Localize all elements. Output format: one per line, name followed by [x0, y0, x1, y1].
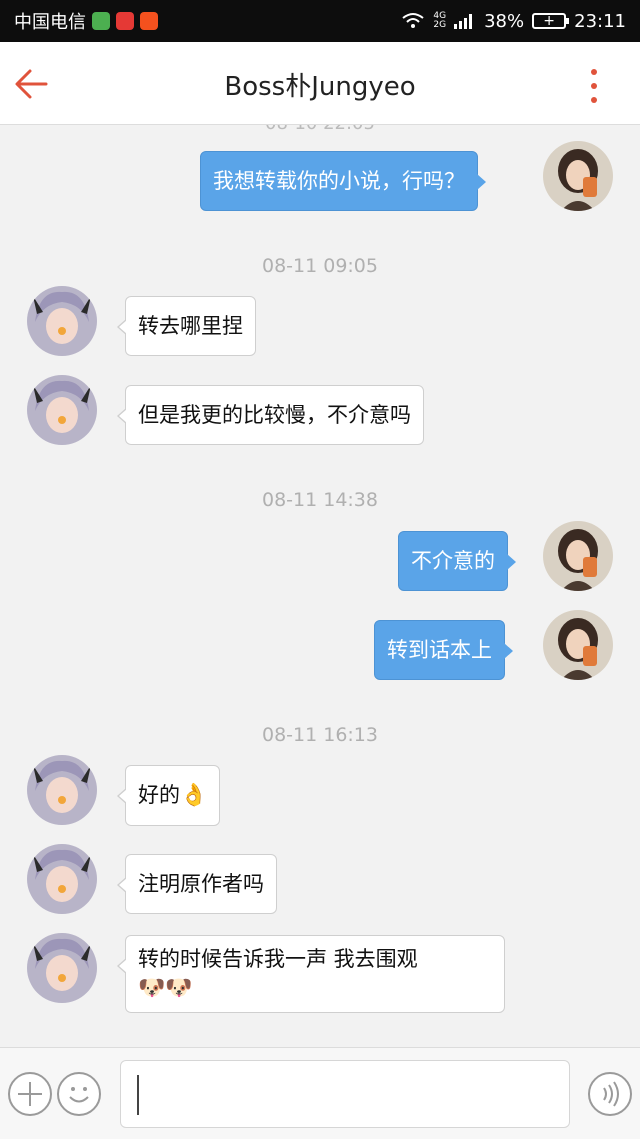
timestamp: 08-10 22:05 [0, 125, 640, 134]
message-bubble-outgoing[interactable]: 不介意的 [398, 531, 516, 591]
smiley-icon[interactable] [57, 1072, 101, 1116]
message-bubble-incoming[interactable]: 好的👌 [116, 765, 221, 826]
message-bubble-incoming[interactable]: 注明原作者吗 [117, 854, 277, 914]
more-vertical-icon[interactable] [588, 66, 600, 106]
ok-hand-emoji: 👌 [180, 783, 208, 808]
message-bubble-incoming[interactable]: 转去哪里捏 [117, 296, 256, 356]
status-bar: 中国电信 4G 2G 38% + 23:11 [0, 0, 640, 42]
message-input[interactable] [120, 1060, 570, 1128]
battery-icon: + [532, 13, 570, 29]
message-text: 转的时候告诉我一声 我去围观 [138, 947, 418, 971]
voice-icon[interactable] [588, 1072, 632, 1116]
carrier-label: 中国电信 [14, 12, 86, 33]
message-bubble-incoming[interactable]: 转的时候告诉我一声 我去围观 🐶🐶 [117, 935, 505, 1013]
contact-avatar[interactable] [27, 375, 97, 445]
chat-header: Boss朴Jungyeo [0, 42, 640, 125]
message-list[interactable]: 08-10 22:05 我想转载你的小说，行吗？ 08-11 09:05 转去哪… [0, 125, 640, 1047]
wifi-icon [402, 13, 425, 28]
timestamp: 08-11 14:38 [261, 489, 378, 511]
battery-percent: 38% [484, 10, 525, 32]
timestamp: 08-11 09:05 [261, 255, 378, 277]
contact-avatar[interactable] [27, 755, 97, 825]
contact-avatar[interactable] [27, 933, 97, 1003]
contact-avatar[interactable] [27, 844, 97, 914]
message-bubble-outgoing[interactable]: 我想转载你的小说，行吗？ [200, 151, 486, 211]
text-caret [137, 1075, 139, 1115]
chat-title: Boss朴Jungyeo [224, 72, 416, 102]
contact-avatar[interactable] [27, 286, 97, 356]
network-type: 4G 2G [433, 11, 447, 30]
app-notification-icon [92, 12, 110, 30]
dog-emoji: 🐶🐶 [138, 976, 193, 1001]
message-text: 好的 [138, 783, 180, 807]
input-bar [0, 1047, 640, 1139]
plus-circle-icon[interactable] [8, 1072, 52, 1116]
clock: 23:11 [574, 10, 626, 32]
app-notification-icon [116, 12, 134, 30]
signal-icon [454, 14, 473, 29]
message-bubble-incoming[interactable]: 但是我更的比较慢，不介意吗 [117, 385, 424, 445]
timestamp: 08-11 16:13 [261, 724, 378, 746]
my-avatar[interactable] [543, 610, 613, 680]
app-notification-icon [140, 12, 158, 30]
message-bubble-outgoing[interactable]: 转到话本上 [374, 620, 513, 680]
my-avatar[interactable] [543, 521, 613, 591]
my-avatar[interactable] [543, 141, 613, 211]
